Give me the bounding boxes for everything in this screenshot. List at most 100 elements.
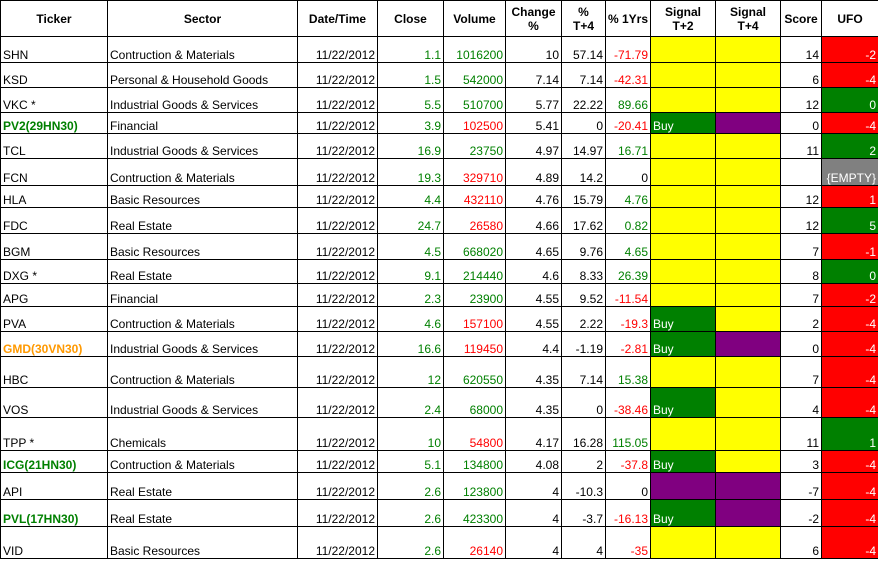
- cell-signal-t2[interactable]: Buy: [650, 450, 716, 473]
- cell-score[interactable]: 2: [780, 306, 822, 332]
- cell-change[interactable]: 4: [505, 472, 562, 500]
- cell-signal-t4[interactable]: [715, 472, 781, 500]
- cell-signal-t2[interactable]: [650, 283, 716, 307]
- cell-sector[interactable]: Real Estate: [107, 472, 298, 500]
- cell-ticker[interactable]: HBC: [0, 356, 108, 388]
- cell-1yrs[interactable]: -35: [605, 526, 651, 559]
- cell-t4[interactable]: 4: [561, 526, 606, 559]
- cell-volume[interactable]: 1016200: [443, 36, 506, 63]
- cell-t4[interactable]: 14.97: [561, 133, 606, 159]
- cell-close[interactable]: 5.5: [377, 87, 444, 113]
- cell-signal-t2[interactable]: [650, 87, 716, 113]
- cell-datetime[interactable]: 11/22/2012: [297, 499, 378, 527]
- cell-sector[interactable]: Industrial Goods & Services: [107, 87, 298, 113]
- cell-signal-t4[interactable]: [715, 207, 781, 234]
- cell-signal-t2[interactable]: [650, 158, 716, 186]
- header-ufo[interactable]: UFO: [821, 0, 878, 37]
- cell-score[interactable]: -2: [780, 499, 822, 527]
- cell-score[interactable]: 6: [780, 526, 822, 559]
- cell-change[interactable]: 4.35: [505, 387, 562, 418]
- cell-change[interactable]: 5.77: [505, 87, 562, 113]
- cell-volume[interactable]: 134800: [443, 450, 506, 473]
- cell-1yrs[interactable]: 4.76: [605, 185, 651, 208]
- cell-signal-t4[interactable]: [715, 87, 781, 113]
- cell-ufo[interactable]: -4: [821, 112, 878, 134]
- cell-close[interactable]: 1.5: [377, 62, 444, 88]
- cell-ufo[interactable]: 0: [821, 87, 878, 113]
- cell-score[interactable]: 0: [780, 112, 822, 134]
- cell-1yrs[interactable]: 115.05: [605, 417, 651, 451]
- cell-datetime[interactable]: 11/22/2012: [297, 387, 378, 418]
- cell-1yrs[interactable]: 16.71: [605, 133, 651, 159]
- cell-signal-t2[interactable]: [650, 526, 716, 559]
- cell-close[interactable]: 4.4: [377, 185, 444, 208]
- cell-t4[interactable]: -1.19: [561, 331, 606, 357]
- cell-ufo[interactable]: -2: [821, 36, 878, 63]
- cell-datetime[interactable]: 11/22/2012: [297, 233, 378, 260]
- cell-1yrs[interactable]: -16.13: [605, 499, 651, 527]
- cell-datetime[interactable]: 11/22/2012: [297, 417, 378, 451]
- cell-sector[interactable]: Contruction & Materials: [107, 450, 298, 473]
- cell-ufo[interactable]: 5: [821, 207, 878, 234]
- header-signal-t4[interactable]: Signal T+4: [715, 0, 781, 37]
- cell-volume[interactable]: 23750: [443, 133, 506, 159]
- cell-signal-t4[interactable]: [715, 233, 781, 260]
- cell-signal-t2[interactable]: [650, 472, 716, 500]
- cell-ticker[interactable]: VOS: [0, 387, 108, 418]
- cell-volume[interactable]: 54800: [443, 417, 506, 451]
- table-row[interactable]: TPP * Chemicals 11/22/2012 10 54800 4.17 16.28…: [0, 417, 878, 451]
- cell-volume[interactable]: 668020: [443, 233, 506, 260]
- cell-volume[interactable]: 119450: [443, 331, 506, 357]
- cell-ufo[interactable]: -4: [821, 472, 878, 500]
- cell-t4[interactable]: -3.7: [561, 499, 606, 527]
- cell-t4[interactable]: 17.62: [561, 207, 606, 234]
- table-row[interactable]: FDC Real Estate 11/22/2012 24.7 26580 4.66 17.…: [0, 207, 878, 234]
- cell-close[interactable]: 2.6: [377, 472, 444, 500]
- table-row[interactable]: ICG(21HN30) Contruction & Materials 11/22/…: [0, 450, 878, 473]
- cell-score[interactable]: 12: [780, 87, 822, 113]
- cell-change[interactable]: 4.97: [505, 133, 562, 159]
- cell-signal-t2[interactable]: [650, 133, 716, 159]
- table-row[interactable]: GMD(30VN30) Industrial Goods & Services 11…: [0, 331, 878, 357]
- header-change[interactable]: Change%: [505, 0, 562, 37]
- cell-signal-t4[interactable]: [715, 158, 781, 186]
- cell-ticker[interactable]: ICG(21HN30): [0, 450, 108, 473]
- cell-signal-t4[interactable]: [715, 356, 781, 388]
- cell-t4[interactable]: 2.22: [561, 306, 606, 332]
- cell-volume[interactable]: 542000: [443, 62, 506, 88]
- cell-volume[interactable]: 423300: [443, 499, 506, 527]
- header-score[interactable]: Score: [780, 0, 822, 37]
- header-signal-t2[interactable]: Signal T+2: [650, 0, 716, 37]
- cell-ufo[interactable]: -4: [821, 450, 878, 473]
- cell-score[interactable]: 4: [780, 387, 822, 418]
- cell-datetime[interactable]: 11/22/2012: [297, 112, 378, 134]
- cell-sector[interactable]: Real Estate: [107, 499, 298, 527]
- cell-signal-t4[interactable]: [715, 499, 781, 527]
- cell-change[interactable]: 4.35: [505, 356, 562, 388]
- cell-ticker[interactable]: SHN: [0, 36, 108, 63]
- cell-change[interactable]: 4.66: [505, 207, 562, 234]
- cell-ufo[interactable]: -4: [821, 331, 878, 357]
- cell-ticker[interactable]: DXG *: [0, 259, 108, 284]
- table-row[interactable]: VOS Industrial Goods & Services 11/22/2012…: [0, 387, 878, 418]
- cell-change[interactable]: 5.41: [505, 112, 562, 134]
- cell-change[interactable]: 10: [505, 36, 562, 63]
- cell-signal-t4[interactable]: [715, 259, 781, 284]
- cell-1yrs[interactable]: 4.65: [605, 233, 651, 260]
- cell-volume[interactable]: 23900: [443, 283, 506, 307]
- cell-t4[interactable]: -10.3: [561, 472, 606, 500]
- cell-close[interactable]: 2.6: [377, 526, 444, 559]
- cell-signal-t4[interactable]: [715, 112, 781, 134]
- cell-sector[interactable]: Contruction & Materials: [107, 306, 298, 332]
- cell-ticker[interactable]: KSD: [0, 62, 108, 88]
- cell-signal-t2[interactable]: [650, 36, 716, 63]
- cell-ufo[interactable]: 2: [821, 133, 878, 159]
- cell-ticker[interactable]: PVL(17HN30): [0, 499, 108, 527]
- cell-datetime[interactable]: 11/22/2012: [297, 526, 378, 559]
- cell-1yrs[interactable]: -37.8: [605, 450, 651, 473]
- cell-1yrs[interactable]: -20.41: [605, 112, 651, 134]
- cell-signal-t2[interactable]: [650, 62, 716, 88]
- cell-signal-t2[interactable]: [650, 207, 716, 234]
- cell-ufo[interactable]: -1: [821, 233, 878, 260]
- cell-score[interactable]: 0: [780, 331, 822, 357]
